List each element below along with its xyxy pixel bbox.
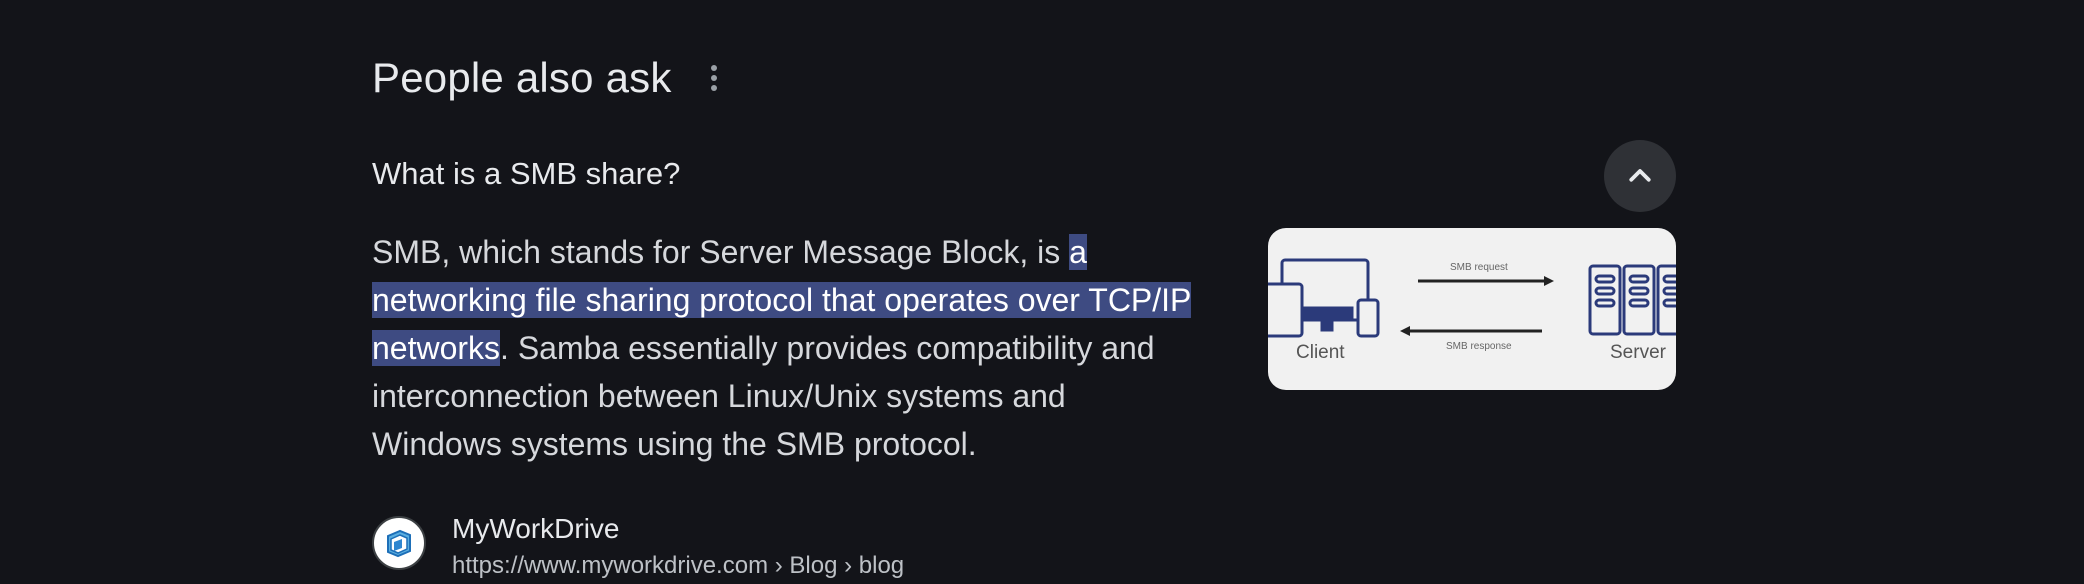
client-devices-icon — [1268, 258, 1380, 338]
source-name[interactable]: MyWorkDrive — [452, 512, 904, 546]
client-label: Client — [1296, 342, 1345, 363]
server-label: Server — [1610, 342, 1667, 363]
section-title: People also ask — [372, 54, 672, 101]
request-arrow — [1418, 276, 1554, 286]
collapse-button[interactable] — [1604, 140, 1676, 212]
source-url[interactable]: https://www.myworkdrive.com › Blog › blo… — [452, 548, 904, 584]
response-label: SMB response — [1446, 341, 1512, 352]
answer-text-before: SMB, which stands for Server Message Blo… — [372, 234, 1070, 270]
source-attribution[interactable]: MyWorkDrive https://www.myworkdrive.com … — [372, 512, 904, 584]
response-arrow — [1400, 326, 1542, 336]
answer-snippet: SMB, which stands for Server Message Blo… — [372, 228, 1192, 468]
answer-thumbnail-image[interactable]: Client SMB request SMB response Server — [1268, 228, 1676, 390]
question-row[interactable]: What is a SMB share? — [372, 140, 1676, 212]
question-text[interactable]: What is a SMB share? — [372, 156, 680, 192]
more-options-button[interactable] — [702, 60, 726, 96]
source-favicon — [372, 516, 426, 570]
myworkdrive-logo-icon — [387, 529, 411, 558]
server-rack-icon — [1588, 264, 1676, 336]
chevron-up-icon — [1629, 169, 1651, 182]
request-label: SMB request — [1450, 262, 1508, 273]
more-vert-icon — [710, 65, 717, 71]
people-also-ask-header: People also ask — [372, 54, 726, 102]
